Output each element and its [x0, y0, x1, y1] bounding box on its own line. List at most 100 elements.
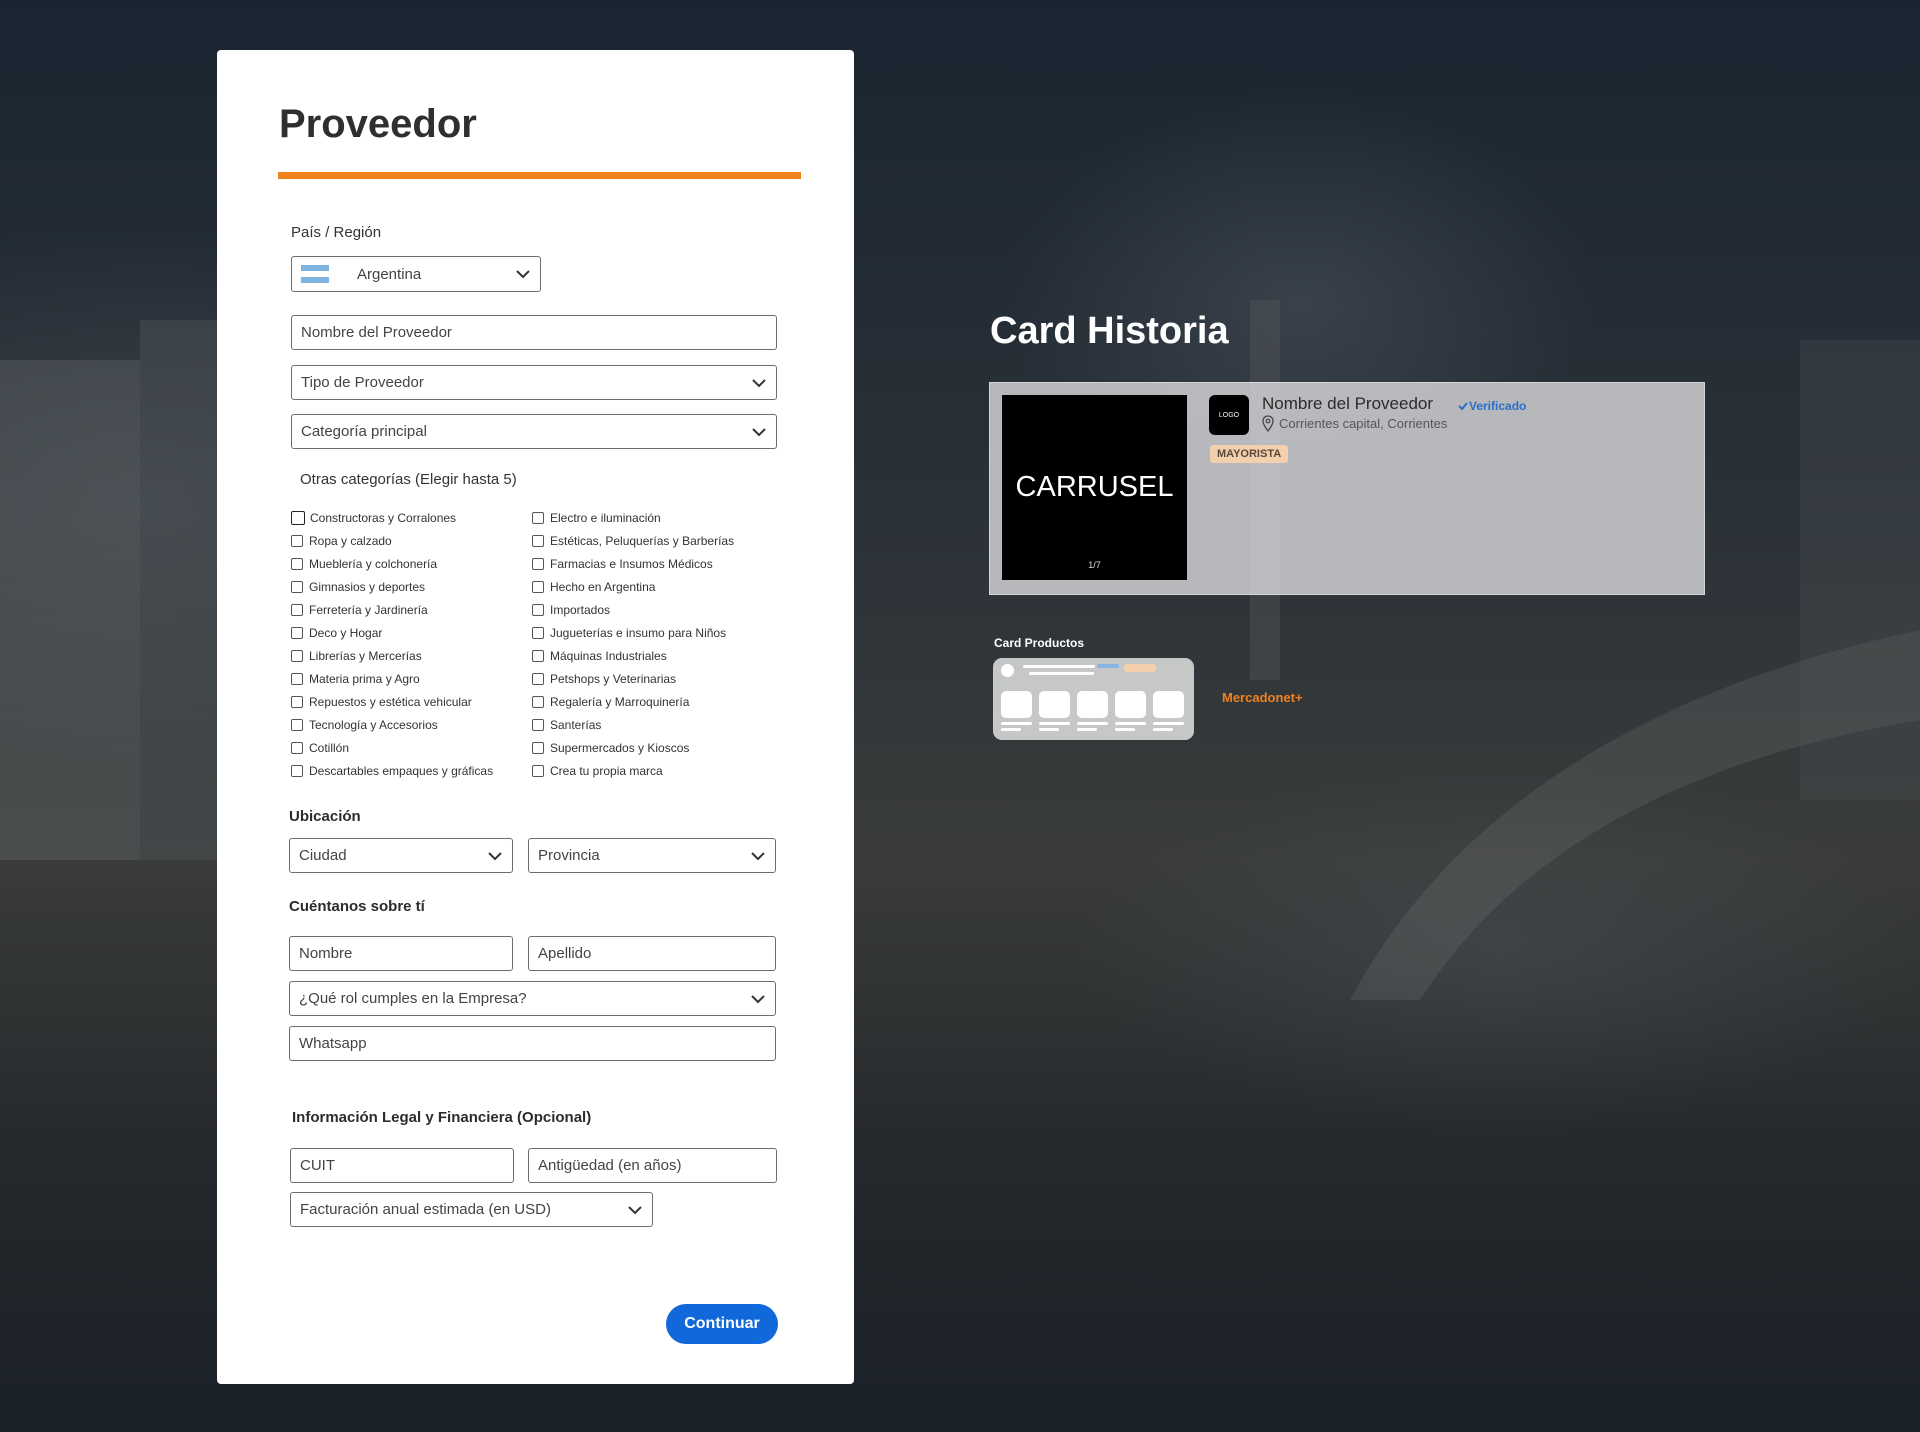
checkbox-square[interactable] — [291, 558, 303, 570]
category-label: Estéticas, Peluquerías y Barberías — [550, 534, 735, 548]
checkbox-square[interactable] — [291, 627, 303, 639]
supplier-name-placeholder: Nombre del Proveedor — [301, 324, 452, 341]
product-thumb — [1153, 691, 1184, 718]
checkbox-square[interactable] — [291, 511, 305, 525]
category-checkbox[interactable]: Electro e iluminación — [532, 511, 661, 525]
category-label: Ropa y calzado — [309, 534, 392, 548]
category-checkbox[interactable]: Ferretería y Jardinería — [291, 603, 428, 617]
category-label: Librerías y Mercerías — [309, 649, 422, 663]
country-value: Argentina — [357, 265, 422, 283]
city-select[interactable]: Ciudad — [289, 838, 513, 873]
checkbox-square[interactable] — [291, 742, 303, 754]
category-checkbox[interactable]: Máquinas Industriales — [532, 649, 667, 663]
category-label: Petshops y Veterinarias — [550, 672, 677, 686]
supplier-type-placeholder: Tipo de Proveedor — [301, 374, 424, 391]
checkbox-square[interactable] — [532, 742, 544, 754]
chevron-down-icon — [747, 845, 769, 867]
category-label: Constructoras y Corralones — [310, 511, 457, 525]
location-pin-icon — [1262, 415, 1274, 432]
category-checkbox[interactable]: Supermercados y Kioscos — [532, 741, 689, 755]
checkbox-square[interactable] — [291, 673, 303, 685]
last-name-input[interactable]: Apellido — [528, 936, 776, 971]
checkbox-square[interactable] — [532, 604, 544, 616]
province-placeholder: Provincia — [538, 847, 600, 864]
product-thumb — [1115, 691, 1146, 718]
category-checkbox[interactable]: Cotillón — [291, 741, 349, 755]
checkbox-square[interactable] — [532, 535, 544, 547]
category-label: Descartables empaques y gráficas — [309, 764, 494, 778]
checkbox-square[interactable] — [532, 558, 544, 570]
category-checkbox[interactable]: Mueblería y colchonería — [291, 557, 437, 571]
card-historia-title: Card Historia — [990, 310, 1229, 352]
category-checkbox[interactable]: Tecnología y Accesorios — [291, 718, 438, 732]
product-thumb — [1039, 691, 1070, 718]
checkbox-square[interactable] — [532, 696, 544, 708]
checkbox-square[interactable] — [291, 581, 303, 593]
role-select[interactable]: ¿Qué rol cumples en la Empresa? — [289, 981, 776, 1016]
category-checkbox[interactable]: Gimnasios y deportes — [291, 580, 425, 594]
category-checkbox[interactable]: Farmacias e Insumos Médicos — [532, 557, 713, 571]
checkbox-square[interactable] — [291, 696, 303, 708]
category-checkbox[interactable]: Estéticas, Peluquerías y Barberías — [532, 534, 734, 548]
category-label: Supermercados y Kioscos — [550, 741, 690, 755]
checkbox-square[interactable] — [291, 719, 303, 731]
checkbox-square[interactable] — [291, 604, 303, 616]
country-select[interactable]: Argentina — [291, 256, 541, 292]
category-checkbox[interactable]: Regalería y Marroquinería — [532, 695, 689, 709]
main-category-select[interactable]: Categoría principal — [291, 414, 777, 449]
supplier-type-select[interactable]: Tipo de Proveedor — [291, 365, 777, 400]
whatsapp-input[interactable]: Whatsapp — [289, 1026, 776, 1061]
checkbox-square[interactable] — [532, 765, 544, 777]
category-checkbox[interactable]: Descartables empaques y gráficas — [291, 764, 493, 778]
category-checkbox[interactable]: Repuestos y estética vehicular — [291, 695, 472, 709]
supplier-name-input[interactable]: Nombre del Proveedor — [291, 315, 777, 350]
category-label: Cotillón — [309, 741, 350, 755]
carousel-counter: 1/7 — [1088, 560, 1101, 570]
placeholder-line — [1153, 728, 1173, 731]
whatsapp-placeholder: Whatsapp — [299, 1035, 367, 1052]
placeholder-verified — [1097, 664, 1119, 668]
checkbox-square[interactable] — [291, 535, 303, 547]
category-checkbox[interactable]: Petshops y Veterinarias — [532, 672, 676, 686]
seniority-input[interactable]: Antigüedad (en años) — [528, 1148, 777, 1183]
location-text: Corrientes capital, Corrientes — [1279, 416, 1448, 431]
first-name-input[interactable]: Nombre — [289, 936, 513, 971]
category-checkbox[interactable]: Santerías — [532, 718, 601, 732]
category-label: Deco y Hogar — [309, 626, 383, 640]
category-checkbox[interactable]: Importados — [532, 603, 610, 617]
cuit-input[interactable]: CUIT — [290, 1148, 514, 1183]
placeholder-line — [1039, 722, 1070, 725]
continue-button[interactable]: Continuar — [666, 1304, 778, 1344]
placeholder-line — [1029, 672, 1094, 675]
province-select[interactable]: Provincia — [528, 838, 776, 873]
annual-revenue-select[interactable]: Facturación anual estimada (en USD) — [290, 1192, 653, 1227]
category-checkbox[interactable]: Jugueterías e insumo para Niños — [532, 626, 726, 640]
checkbox-square[interactable] — [532, 627, 544, 639]
role-placeholder: ¿Qué rol cumples en la Empresa? — [299, 990, 527, 1007]
category-checkbox[interactable]: Ropa y calzado — [291, 534, 392, 548]
checkbox-square[interactable] — [291, 765, 303, 777]
wholesale-badge: MAYORISTA — [1210, 445, 1289, 463]
category-checkbox[interactable]: Hecho en Argentina — [532, 580, 655, 594]
placeholder-line — [1153, 722, 1184, 725]
checkbox-square[interactable] — [532, 650, 544, 662]
category-label: Electro e iluminación — [550, 511, 661, 525]
category-checkbox[interactable]: Constructoras y Corralones — [291, 511, 456, 525]
title-underline — [278, 172, 801, 179]
about-you-heading: Cuéntanos sobre tí — [289, 898, 425, 915]
category-checkbox[interactable]: Deco y Hogar — [291, 626, 382, 640]
checkbox-square[interactable] — [291, 650, 303, 662]
carousel-placeholder[interactable]: CARRUSEL 1/7 — [1002, 395, 1187, 580]
verified-badge: Verificado — [1458, 399, 1526, 413]
placeholder-line — [1077, 728, 1097, 731]
category-checkbox[interactable]: Librerías y Mercerías — [291, 649, 422, 663]
first-name-placeholder: Nombre — [299, 945, 353, 962]
category-label: Tecnología y Accesorios — [309, 718, 438, 732]
category-checkbox[interactable]: Materia prima y Agro — [291, 672, 420, 686]
category-checkbox[interactable]: Crea tu propia marca — [532, 764, 663, 778]
checkbox-square[interactable] — [532, 719, 544, 731]
country-label: País / Región — [291, 224, 382, 241]
checkbox-square[interactable] — [532, 673, 544, 685]
checkbox-square[interactable] — [532, 581, 544, 593]
checkbox-square[interactable] — [532, 512, 544, 524]
